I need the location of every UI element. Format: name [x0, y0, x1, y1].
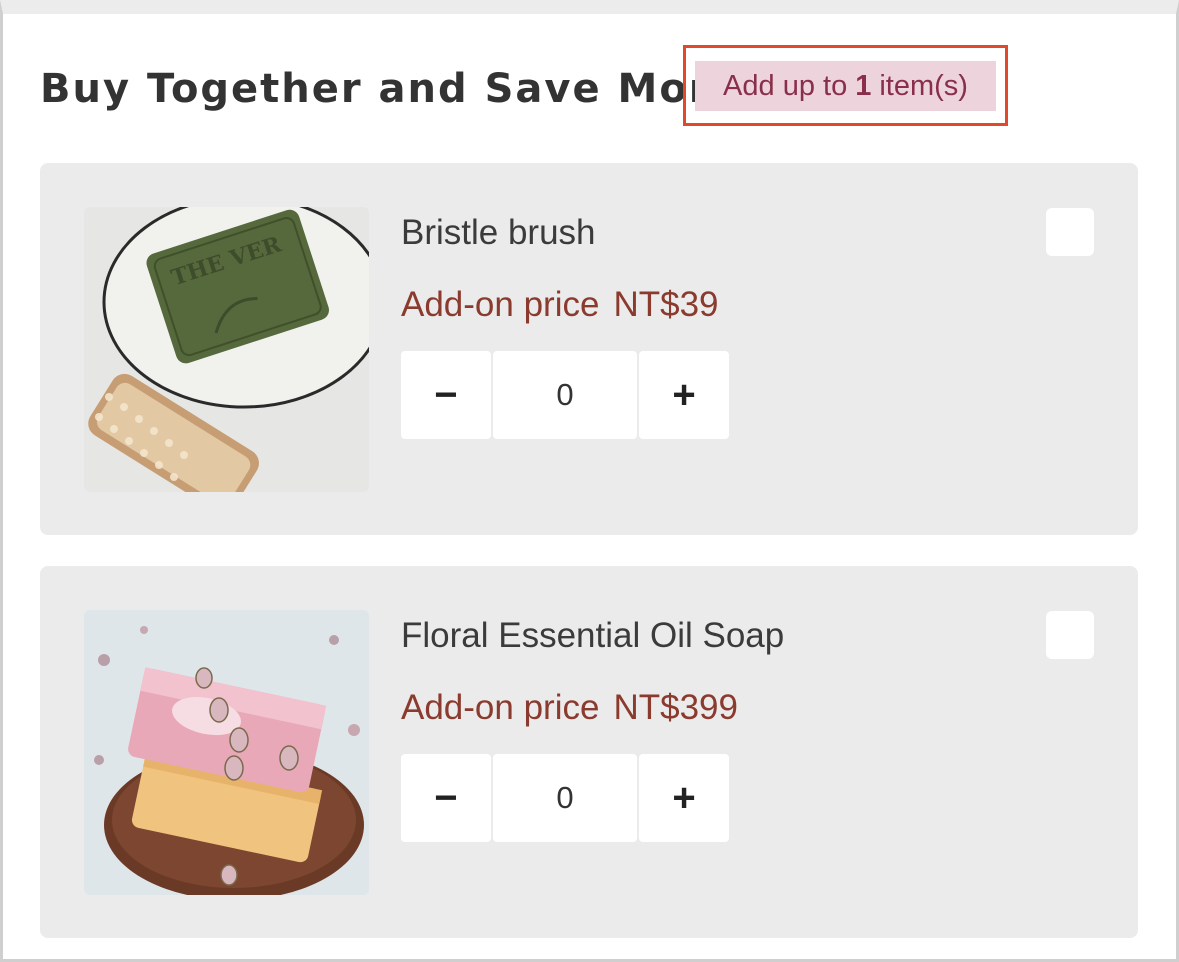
product-price: Add-on price NT$399 [401, 688, 738, 728]
limit-prefix: Add up to [723, 69, 848, 102]
product-name[interactable]: Bristle brush [401, 213, 596, 253]
product-card: THE VER Bristle brush Add-on price NT$39… [40, 163, 1138, 535]
increase-button[interactable]: + [639, 754, 729, 842]
soap-and-bristle-brush-photo: THE VER [84, 207, 369, 492]
product-price: Add-on price NT$39 [401, 285, 719, 325]
product-image[interactable] [84, 610, 369, 895]
select-checkbox[interactable] [1046, 611, 1094, 659]
product-image[interactable]: THE VER [84, 207, 369, 492]
price-value: NT$399 [613, 688, 738, 727]
price-value: NT$39 [613, 285, 719, 324]
limit-suffix: item(s) [879, 69, 968, 102]
decrease-button[interactable]: − [401, 754, 491, 842]
section-title: Buy Together and Save More [40, 66, 740, 112]
section-header: Buy Together and Save More [40, 58, 740, 120]
quantity-value[interactable]: 0 [493, 754, 637, 842]
quantity-stepper: − 0 + [401, 754, 730, 842]
floral-soap-bars-photo [84, 610, 369, 895]
price-label: Add-on price [401, 688, 600, 727]
decrease-button[interactable]: − [401, 351, 491, 439]
select-checkbox[interactable] [1046, 208, 1094, 256]
limit-count: 1 [855, 69, 872, 102]
product-card: Floral Essential Oil Soap Add-on price N… [40, 566, 1138, 938]
increase-button[interactable]: + [639, 351, 729, 439]
price-label: Add-on price [401, 285, 600, 324]
quantity-stepper: − 0 + [401, 351, 730, 439]
item-limit-badge: Add up to 1 item(s) [695, 61, 996, 111]
quantity-value[interactable]: 0 [493, 351, 637, 439]
product-name[interactable]: Floral Essential Oil Soap [401, 616, 784, 656]
